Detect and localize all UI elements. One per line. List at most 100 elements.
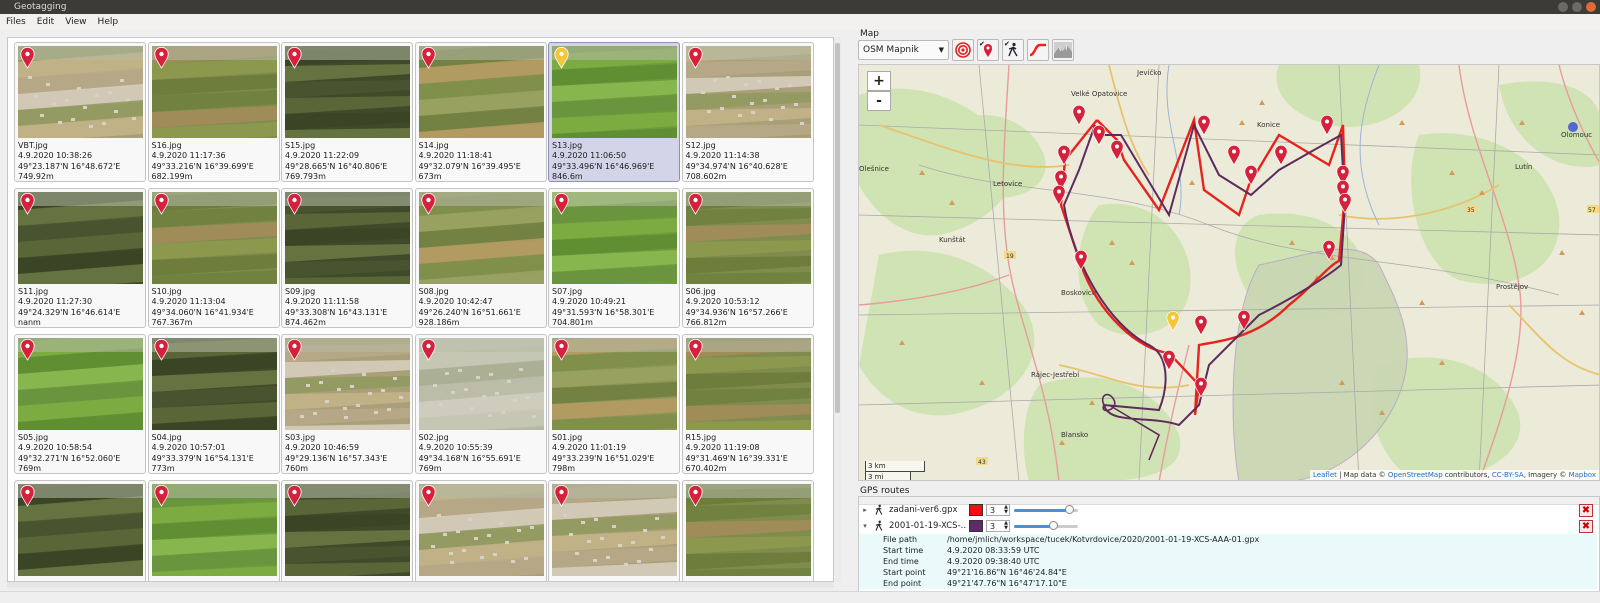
collapse-icon[interactable]: ▾ [859, 522, 871, 530]
photo-card[interactable]: S09.jpg 4.9.2020 11:11:58 49°33.308'N 16°4… [281, 188, 413, 328]
photo-card[interactable]: S14.jpg 4.9.2020 11:18:41 49°32.079'N 16°3… [414, 42, 547, 182]
delete-route-button[interactable]: ✖ [1579, 503, 1593, 517]
photo-thumbnail[interactable] [18, 192, 143, 284]
photo-thumbnail[interactable] [151, 338, 277, 430]
photo-thumbnail[interactable] [285, 338, 410, 430]
photo-card[interactable]: VBT.jpg 4.9.2020 10:38:26 49°23.187'N 16°4… [14, 42, 146, 182]
leaflet-link[interactable]: Leaflet [1313, 471, 1337, 479]
photo-thumbnail[interactable] [285, 192, 410, 284]
photo-altitude: 704.801m [552, 317, 593, 327]
photo-card[interactable]: S13.jpg 4.9.2020 11:06:50 49°33.496'N 16°4… [548, 42, 680, 182]
minimize-button[interactable] [1558, 2, 1568, 12]
photo-thumbnail[interactable] [151, 484, 277, 576]
expand-icon[interactable]: ▸ [859, 506, 871, 514]
route-opacity-slider[interactable] [1014, 504, 1078, 516]
gallery-horizontal-scrollbar[interactable] [7, 582, 834, 588]
photo-thumbnail[interactable] [285, 46, 410, 138]
delete-route-button[interactable]: ✖ [1579, 519, 1593, 533]
photo-card[interactable]: S15.jpg 4.9.2020 11:22:09 49°28.665'N 16°4… [281, 42, 413, 182]
photo-card[interactable]: S01.jpg 4.9.2020 11:01:19 49°33.239'N 16°5… [548, 334, 680, 474]
map-pin-icon [287, 485, 302, 507]
photo-card[interactable]: S07.jpg 4.9.2020 10:49:21 49°31.593'N 16°5… [548, 188, 680, 328]
photo-thumbnail[interactable] [552, 192, 677, 284]
photo-thumbnail[interactable] [418, 338, 544, 430]
gps-route-row[interactable]: ▸ zadani-ver6.gpx 3 ▲ ▼ ✖ [859, 502, 1599, 518]
photo-thumbnail[interactable] [151, 46, 277, 138]
photo-altitude: 760m [285, 463, 309, 473]
photo-card[interactable]: S16.jpg 4.9.2020 11:17:36 49°33.216'N 16°3… [147, 42, 280, 182]
map-canvas[interactable]: Jevíčko Velké Opatovice Konice Letovice … [859, 65, 1600, 481]
photo-card[interactable]: S08.jpg 4.9.2020 10:42:47 49°26.240'N 16°5… [414, 188, 547, 328]
photo-thumbnail[interactable] [18, 46, 143, 138]
photo-thumbnail[interactable] [151, 192, 277, 284]
photo-coords: 49°33.216'N 16°39.699'E [151, 161, 254, 171]
gps-route-row[interactable]: ▾ 2001-01-19-XCS-... 3 ▲ ▼ ✖ [859, 518, 1599, 534]
spin-arrows-icon[interactable]: ▲ ▼ [1004, 521, 1008, 531]
route-color-swatch[interactable] [969, 504, 983, 516]
gallery-vertical-scrollbar[interactable] [834, 37, 841, 582]
zoom-out-button[interactable]: - [867, 91, 891, 111]
hillshade-icon[interactable] [1052, 39, 1074, 61]
photo-card[interactable]: S06.jpg 4.9.2020 10:53:12 49°34.936'N 16°5… [681, 188, 814, 328]
osm-link[interactable]: OpenStreetMap [1388, 471, 1443, 479]
photo-thumbnail[interactable] [685, 484, 811, 576]
photo-card[interactable]: S10.jpg 4.9.2020 11:13:04 49°34.060'N 16°4… [147, 188, 280, 328]
route-line-icon[interactable] [1027, 39, 1049, 61]
photo-card[interactable]: S02.jpg 4.9.2020 10:55:39 49°34.168'N 16°5… [414, 334, 547, 474]
route-detail-row: End time 4.9.2020 09:38:40 UTC [859, 556, 1597, 567]
photo-info: S10.jpg 4.9.2020 11:13:04 49°34.060'N 16°4… [152, 287, 280, 328]
route-width-spinbox[interactable]: 3 ▲ ▼ [986, 520, 1010, 532]
map-pin-icon[interactable]: ✔ [977, 39, 999, 61]
photo-datetime: 4.9.2020 10:53:12 [685, 297, 760, 307]
photo-card[interactable] [548, 480, 680, 581]
photo-thumbnail[interactable] [418, 192, 544, 284]
zoom-in-button[interactable]: + [867, 71, 891, 91]
menu-view[interactable]: View [65, 17, 86, 27]
menu-files[interactable]: Files [6, 17, 26, 27]
photo-card[interactable]: R15.jpg 4.9.2020 11:19:08 49°31.469'N 16°3… [681, 334, 814, 474]
hiker-icon[interactable]: ✔ [1002, 39, 1024, 61]
photo-thumbnail[interactable] [685, 338, 811, 430]
photo-thumbnail[interactable] [18, 484, 143, 576]
photo-thumbnail[interactable] [18, 338, 143, 430]
photo-name: S05.jpg [18, 433, 49, 442]
route-color-swatch[interactable] [969, 520, 983, 532]
photo-card[interactable]: S11.jpg 4.9.2020 11:27:30 49°24.329'N 16°4… [14, 188, 146, 328]
photo-thumbnail[interactable] [552, 484, 677, 576]
mapbox-link[interactable]: Mapbox [1569, 471, 1596, 479]
photo-card[interactable] [14, 480, 146, 581]
photo-altitude: 798m [552, 463, 576, 473]
photo-gallery[interactable]: VBT.jpg 4.9.2020 10:38:26 49°23.187'N 16°4… [7, 37, 834, 582]
map-pin-icon [687, 193, 703, 215]
photo-card[interactable]: S05.jpg 4.9.2020 10:58:54 49°32.271'N 16°5… [14, 334, 146, 474]
menu-edit[interactable]: Edit [37, 17, 54, 27]
spin-arrows-icon[interactable]: ▲ ▼ [1004, 505, 1008, 515]
window-titlebar: Geotagging [0, 0, 1600, 14]
photo-card[interactable] [414, 480, 547, 581]
scrollbar-thumb[interactable] [835, 43, 840, 413]
detail-value: 49°21'16.86"N 16°46'24.84"E [947, 568, 1067, 577]
route-width-spinbox[interactable]: 3 ▲ ▼ [986, 504, 1010, 516]
photo-thumbnail[interactable] [418, 484, 544, 576]
maximize-button[interactable] [1572, 2, 1582, 12]
photo-card[interactable] [147, 480, 280, 581]
photo-thumbnail[interactable] [285, 484, 410, 576]
photo-thumbnail[interactable] [685, 192, 811, 284]
route-width-value: 3 [990, 522, 996, 531]
photo-thumbnail[interactable] [552, 46, 677, 138]
tile-source-combo[interactable]: OSM Mapnik ▼ [858, 40, 949, 60]
photo-card[interactable]: S12.jpg 4.9.2020 11:14:38 49°34.974'N 16°4… [681, 42, 814, 182]
target-icon[interactable] [952, 39, 974, 61]
close-button[interactable] [1586, 2, 1596, 12]
route-opacity-slider[interactable] [1014, 520, 1078, 532]
license-link[interactable]: CC-BY-SA [1492, 471, 1524, 479]
photo-card[interactable]: S04.jpg 4.9.2020 10:57:01 49°33.379'N 16°5… [147, 334, 280, 474]
photo-card[interactable] [681, 480, 814, 581]
menu-help[interactable]: Help [98, 17, 119, 27]
photo-card[interactable] [281, 480, 413, 581]
photo-thumbnail[interactable] [418, 46, 544, 138]
photo-thumbnail[interactable] [685, 46, 811, 138]
map-view[interactable]: Jevíčko Velké Opatovice Konice Letovice … [858, 64, 1600, 481]
photo-card[interactable]: S03.jpg 4.9.2020 10:46:59 49°29.136'N 16°5… [281, 334, 413, 474]
photo-thumbnail[interactable] [552, 338, 677, 430]
